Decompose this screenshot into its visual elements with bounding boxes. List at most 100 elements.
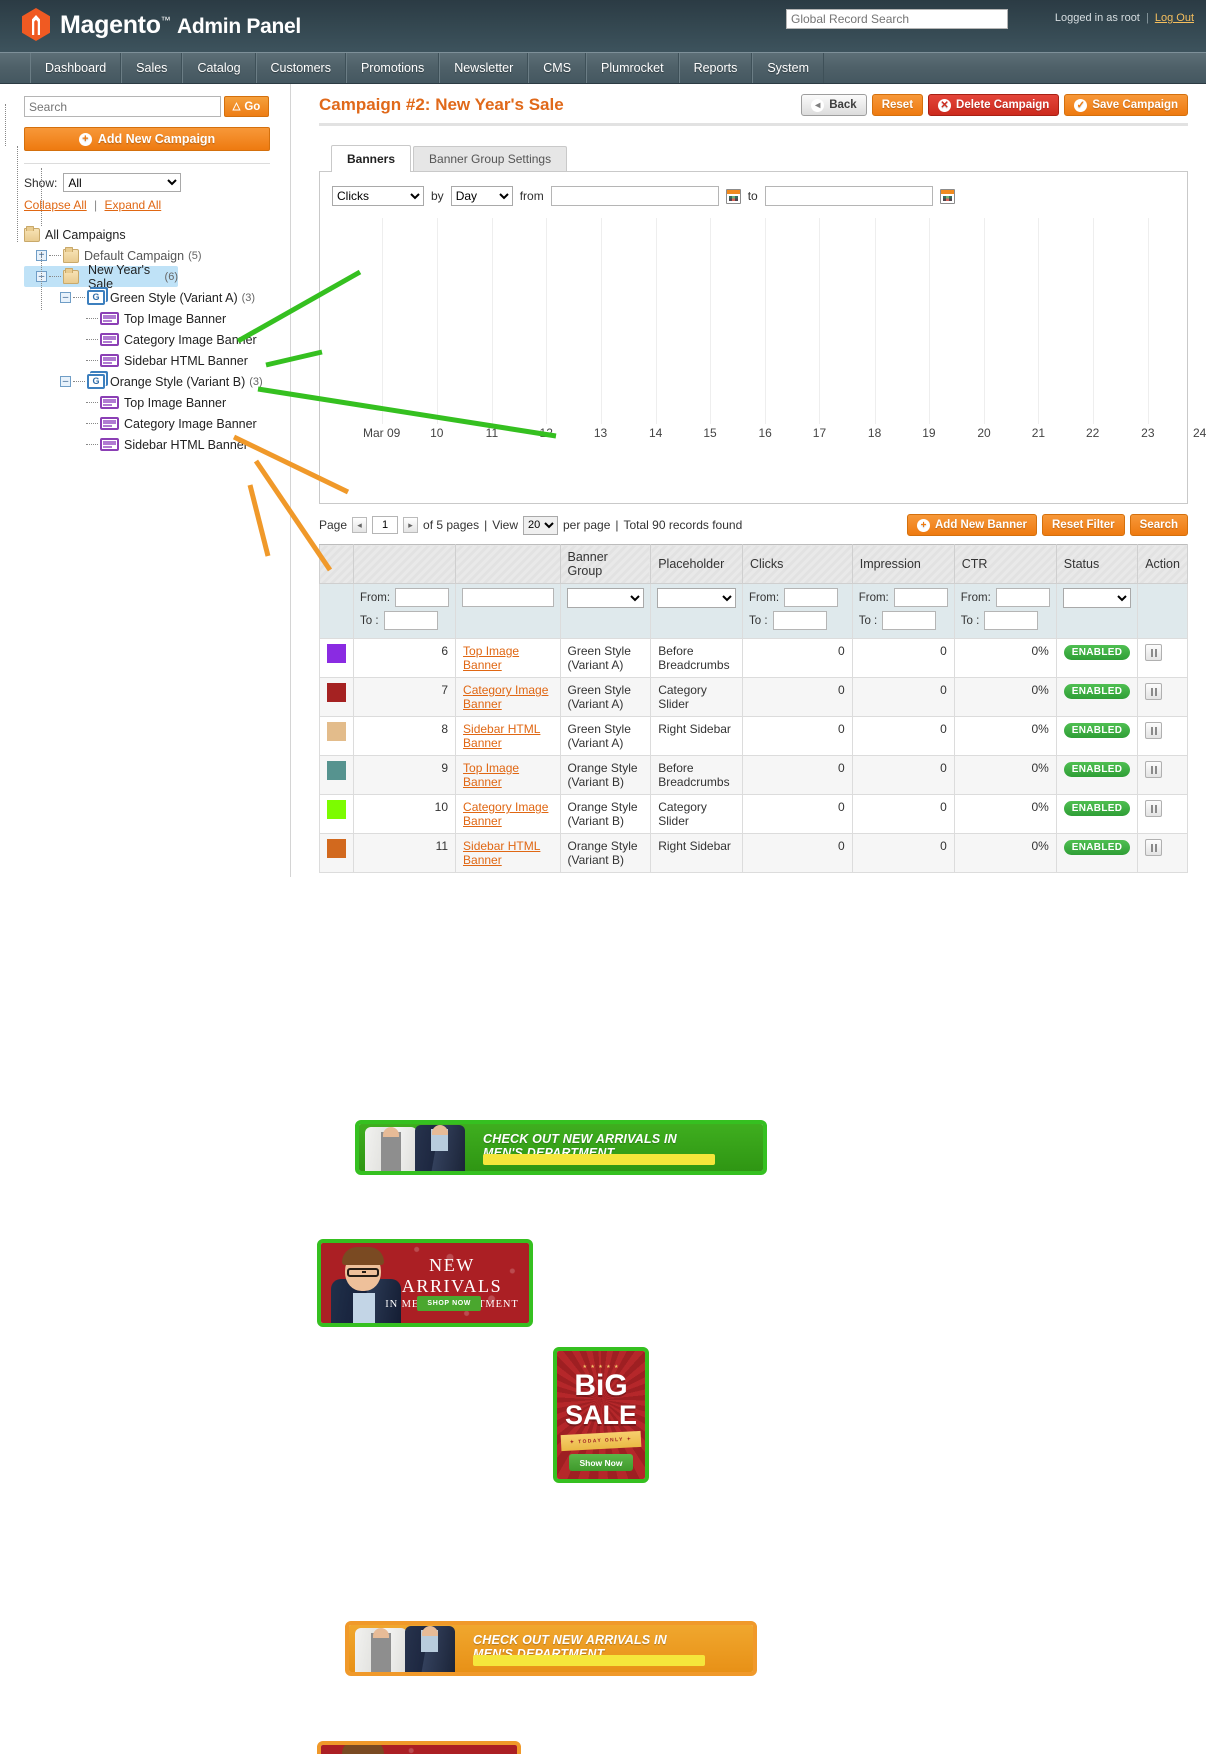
nav-item-reports[interactable]: Reports <box>678 53 753 83</box>
tree-item-green-top-image-banner[interactable]: Top Image Banner <box>24 308 290 329</box>
ctr-from-input[interactable] <box>995 588 1050 607</box>
tree-item-green-sidebar-html-banner[interactable]: Sidebar HTML Banner <box>24 350 290 371</box>
nav-item-plumrocket[interactable]: Plumrocket <box>586 53 679 83</box>
page-number-input[interactable] <box>372 516 399 534</box>
tree-item-orange-category-image-banner[interactable]: Category Image Banner <box>24 413 290 434</box>
add-new-campaign-button[interactable]: + Add New Campaign <box>24 127 270 151</box>
banner-group-filter-select[interactable] <box>566 588 645 608</box>
banner-title-link[interactable]: Top Image Banner <box>463 761 519 789</box>
tree-item-orange-top-image-banner[interactable]: Top Image Banner <box>24 392 290 413</box>
reset-filter-button[interactable]: Reset Filter <box>1042 514 1125 536</box>
table-row[interactable]: 9 Top Image Banner Orange Style (Variant… <box>319 755 1188 795</box>
back-button[interactable]: ◂ Back <box>801 94 867 116</box>
table-row[interactable]: 8 Sidebar HTML Banner Green Style (Varia… <box>319 716 1188 756</box>
col-status[interactable]: Status <box>1055 544 1139 584</box>
banner-title-link[interactable]: Sidebar HTML Banner <box>463 839 540 867</box>
table-row[interactable]: 7 Category Image Banner Green Style (Var… <box>319 677 1188 717</box>
col-placeholder[interactable]: Placeholder <box>650 544 744 584</box>
pause-icon[interactable] <box>1145 644 1163 661</box>
metric-select[interactable]: Clicks <box>332 186 424 206</box>
status-filter-select[interactable] <box>1062 588 1132 608</box>
logout-link[interactable]: Log Out <box>1155 12 1194 24</box>
banner-title-link[interactable]: Category Image Banner <box>463 683 548 711</box>
tree-item-green-style[interactable]: – G Green Style (Variant A) (3) <box>24 287 290 308</box>
pause-icon[interactable] <box>1145 761 1163 778</box>
banner-title-link[interactable]: Top Image Banner <box>463 644 519 672</box>
col-banner-group[interactable]: Banner Group <box>559 544 652 584</box>
pause-icon[interactable] <box>1145 722 1163 739</box>
global-search-input[interactable] <box>786 9 1008 29</box>
next-page-button[interactable]: ▸ <box>403 517 419 533</box>
nav-item-dashboard[interactable]: Dashboard <box>30 53 122 83</box>
col-title[interactable] <box>455 544 561 584</box>
tree-item-orange-sidebar-html-banner[interactable]: Sidebar HTML Banner <box>24 434 290 455</box>
sidebar-search-input[interactable] <box>24 96 221 117</box>
preview-orange-category-image-banner[interactable]: NEW ARRIVALS IN MEN'S DEPARTMENT SHOP NO… <box>317 1741 521 1754</box>
preview-green-category-image-banner[interactable]: NEW ARRIVALS IN MEN'S DEPARTMENT SHOP NO… <box>317 1239 533 1327</box>
table-row[interactable]: 6 Top Image Banner Green Style (Variant … <box>319 638 1188 678</box>
title-filter-input[interactable] <box>462 588 554 607</box>
nav-item-newsletter[interactable]: Newsletter <box>439 53 529 83</box>
show-select[interactable]: All <box>63 173 182 192</box>
preview-green-top-image-banner[interactable]: CHECK OUT NEW ARRIVALS IN MEN'S DEPARTME… <box>355 1120 767 1175</box>
sidebar-go-button[interactable]: △ Go <box>224 96 269 117</box>
per-page-select[interactable]: 20 <box>523 515 558 535</box>
banner-title-link[interactable]: Category Image Banner <box>463 800 548 828</box>
tree-item-new-years-sale[interactable]: – New Year's Sale (6) <box>24 263 178 291</box>
clicks-to-input[interactable] <box>772 611 827 630</box>
row-id: 6 <box>352 638 457 678</box>
tree-connector <box>73 297 85 298</box>
delete-campaign-button[interactable]: ✕ Delete Campaign <box>928 94 1060 116</box>
tree-item-orange-style[interactable]: – G Orange Style (Variant B) (3) <box>24 371 290 392</box>
add-new-banner-button[interactable]: + Add New Banner <box>906 514 1037 536</box>
prev-page-button[interactable]: ◂ <box>352 517 368 533</box>
col-clicks[interactable]: Clicks <box>742 544 853 584</box>
table-row[interactable]: 10 Category Image Banner Orange Style (V… <box>319 794 1188 834</box>
col-ctr[interactable]: CTR <box>953 544 1057 584</box>
per-page-label: per page <box>563 518 611 532</box>
ctr-to-input[interactable] <box>984 611 1039 630</box>
folder-icon <box>63 246 79 263</box>
nav-item-catalog[interactable]: Catalog <box>182 53 256 83</box>
placeholder-filter-select[interactable] <box>657 588 737 608</box>
collapse-toggle-icon[interactable]: – <box>60 292 71 303</box>
calendar-to-icon[interactable] <box>939 188 955 204</box>
show-now-button[interactable]: Show Now <box>569 1454 633 1471</box>
date-from-input[interactable] <box>550 186 719 206</box>
nav-item-system[interactable]: System <box>752 53 825 83</box>
search-button[interactable]: Search <box>1129 514 1188 536</box>
banner-title-link[interactable]: Sidebar HTML Banner <box>463 722 540 750</box>
clicks-from-input[interactable] <box>784 588 839 607</box>
date-to-input[interactable] <box>764 186 933 206</box>
expand-all-link[interactable]: Expand All <box>105 198 162 212</box>
back-arrow-icon: ◂ <box>811 98 825 112</box>
calendar-from-icon[interactable] <box>725 188 741 204</box>
table-row[interactable]: 11 Sidebar HTML Banner Orange Style (Var… <box>319 833 1188 873</box>
pause-icon[interactable] <box>1145 800 1163 817</box>
id-to-input[interactable] <box>383 611 438 630</box>
pause-icon[interactable] <box>1145 683 1163 700</box>
tree-item-all-campaigns[interactable]: All Campaigns <box>24 224 290 245</box>
nav-item-cms[interactable]: CMS <box>528 53 587 83</box>
col-impression[interactable]: Impression <box>851 544 955 584</box>
tab-banner-group-settings[interactable]: Banner Group Settings <box>413 146 568 171</box>
id-from-input[interactable] <box>395 588 450 607</box>
impression-to-input[interactable] <box>882 611 937 630</box>
period-select[interactable]: Day <box>450 186 513 206</box>
preview-green-sidebar-html-banner[interactable]: ★ ★ ★ ★ ★ BiG SALE ✦ TODAY ONLY ✦ Show N… <box>553 1347 649 1483</box>
nav-item-sales[interactable]: Sales <box>121 53 183 83</box>
preview-orange-top-image-banner[interactable]: CHECK OUT NEW ARRIVALS IN MEN'S DEPARTME… <box>345 1621 757 1676</box>
tab-banners[interactable]: Banners <box>331 145 412 172</box>
reset-button[interactable]: Reset <box>871 94 924 116</box>
collapse-toggle-icon[interactable]: – <box>60 376 71 387</box>
nav-item-promotions[interactable]: Promotions <box>345 53 440 83</box>
collapse-all-link[interactable]: Collapse All <box>24 198 87 212</box>
col-id[interactable] <box>352 544 457 584</box>
chart-x-axis: Mar 09 10 11 12 13 14 15 16 17 18 19 20 … <box>352 426 1206 448</box>
save-campaign-button[interactable]: ✓ Save Campaign <box>1064 94 1188 116</box>
pause-icon[interactable] <box>1145 839 1163 856</box>
shop-now-button[interactable]: SHOP NOW <box>417 1296 481 1311</box>
nav-item-customers[interactable]: Customers <box>255 53 346 83</box>
impression-from-input[interactable] <box>893 588 948 607</box>
tree-item-green-category-image-banner[interactable]: Category Image Banner <box>24 329 290 350</box>
